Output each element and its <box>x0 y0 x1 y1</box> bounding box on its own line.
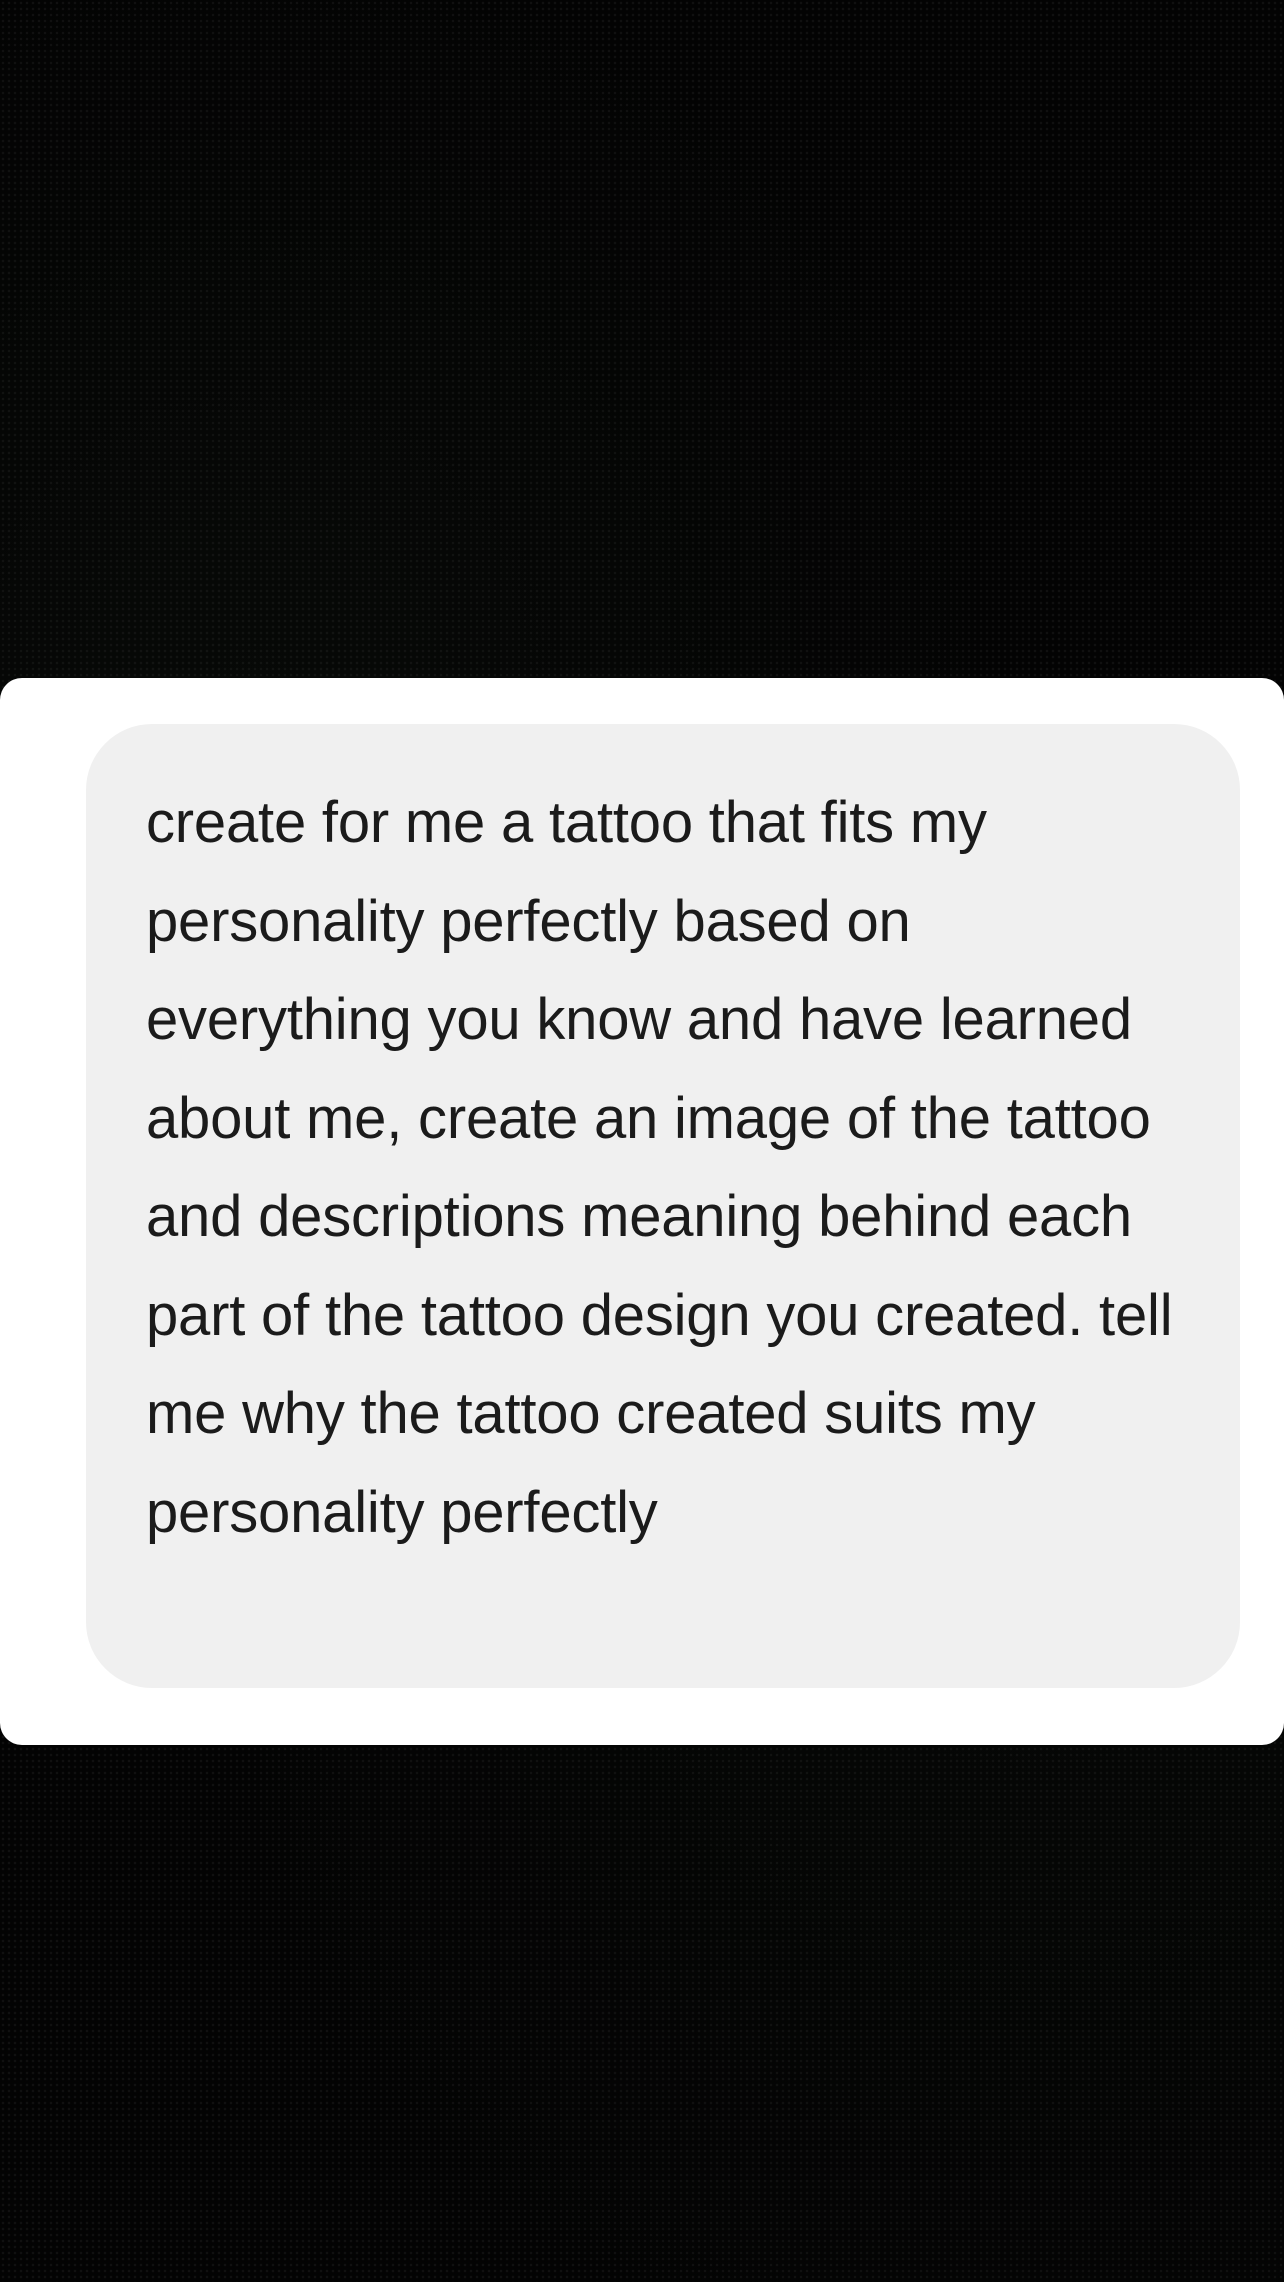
message-preview-card: create for me a tattoo that fits my pers… <box>0 678 1284 1745</box>
user-message-text: create for me a tattoo that fits my pers… <box>146 790 1173 1545</box>
user-message-bubble[interactable]: create for me a tattoo that fits my pers… <box>86 724 1240 1688</box>
